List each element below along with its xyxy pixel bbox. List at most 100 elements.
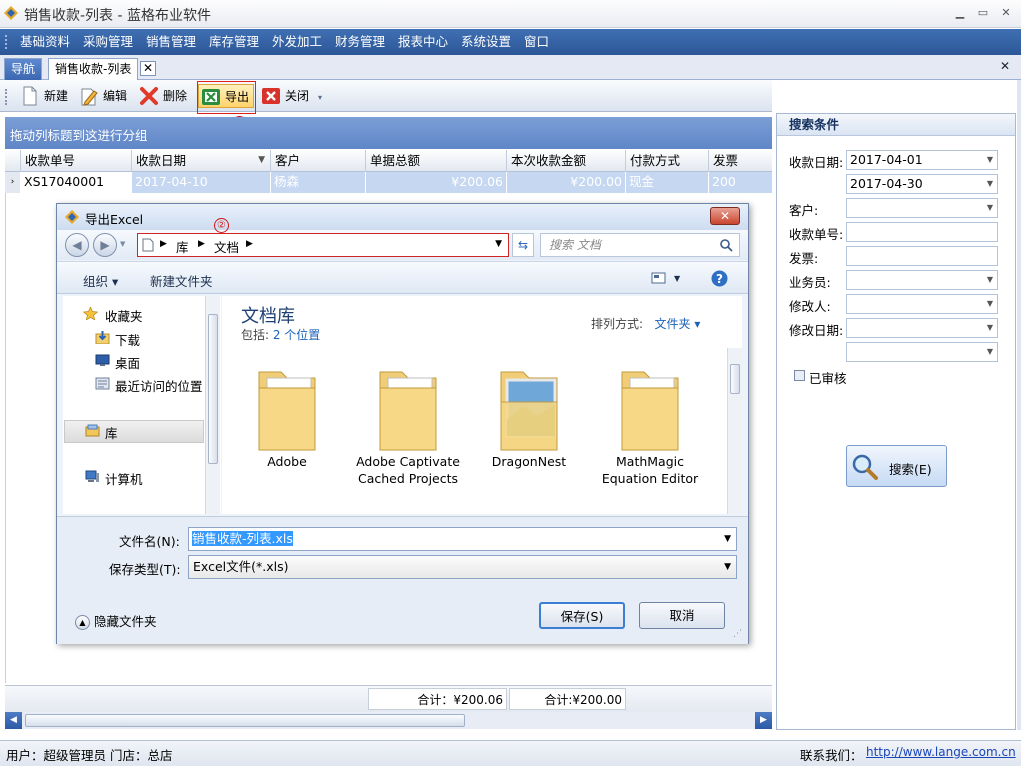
- menu-finance[interactable]: 财务管理: [335, 29, 385, 55]
- modifier-select[interactable]: ▼: [846, 294, 998, 314]
- tree-item-library[interactable]: 库: [85, 423, 118, 442]
- dialog-search-input[interactable]: 搜索 文档: [540, 233, 740, 257]
- filetype-select[interactable]: Excel文件(*.xls) ▼: [188, 555, 737, 579]
- table-row[interactable]: › XS17040001 2017-04-10 13:52:21 杨森 ¥200…: [5, 172, 772, 209]
- tree-item-recent[interactable]: 最近访问的位置: [95, 376, 203, 395]
- cell-receipt-date[interactable]: 2017-04-10 13:52:21: [132, 172, 271, 209]
- toolbar-overflow-icon[interactable]: ▾: [318, 93, 322, 102]
- col-receipt-no[interactable]: 收款单号: [21, 150, 132, 172]
- new-folder-button[interactable]: 新建文件夹: [150, 271, 213, 290]
- search-panel: 搜索条件 收款日期: 2017-04-01 ▼ 2017-04-30 ▼ 客户: ▼…: [776, 113, 1016, 730]
- menu-basic-data[interactable]: 基础资料: [20, 29, 70, 55]
- address-bar[interactable]: ▶ 库 ▶ 文档 ▶ ▼: [137, 233, 509, 257]
- menu-reports[interactable]: 报表中心: [398, 29, 448, 55]
- website-link[interactable]: http://www.lange.com.cn: [866, 745, 1016, 759]
- horizontal-scrollbar[interactable]: ◀ ▶: [5, 712, 772, 729]
- menu-inventory[interactable]: 库存管理: [209, 29, 259, 55]
- path-documents[interactable]: 文档: [214, 237, 239, 256]
- invoice-input[interactable]: [846, 246, 998, 266]
- library-locations-link[interactable]: 2 个位置: [273, 328, 320, 342]
- hide-folders-toggle[interactable]: ▲ 隐藏文件夹: [75, 611, 157, 630]
- folder-image-icon: [500, 371, 558, 451]
- customer-select[interactable]: ▼: [846, 198, 998, 218]
- menu-window[interactable]: 窗口: [524, 29, 549, 55]
- dialog-close-button[interactable]: ✕: [710, 207, 740, 225]
- resize-grip-icon[interactable]: ⋰: [733, 629, 742, 639]
- date-to-picker[interactable]: 2017-04-30 ▼: [846, 174, 998, 194]
- delete-button[interactable]: 删除: [137, 84, 191, 108]
- search-button[interactable]: 搜索(E): [846, 445, 947, 487]
- dialog-navigation-bar: ◀ ▶ ▼ ▶ 库 ▶ 文档 ▶ ▼ ⇆ 搜索 文档: [57, 230, 748, 260]
- close-tab-icon[interactable]: ✕: [140, 61, 156, 76]
- new-label: 新建: [44, 89, 69, 103]
- folder-item[interactable]: Adobe: [232, 358, 342, 470]
- group-by-panel[interactable]: 拖动列标题到这进行分组: [5, 117, 772, 149]
- tree-item-favorites[interactable]: 收藏夹: [83, 306, 143, 325]
- dialog-search-placeholder: 搜索 文档: [549, 238, 601, 252]
- save-button[interactable]: 保存(S): [539, 602, 625, 629]
- edit-button[interactable]: 编辑: [77, 84, 131, 108]
- forward-icon[interactable]: ▶: [93, 233, 117, 257]
- close-button[interactable]: 关闭: [259, 84, 313, 108]
- audited-checkbox[interactable]: [794, 370, 805, 381]
- organize-menu[interactable]: 组织 ▾: [83, 271, 118, 290]
- modified-date-to[interactable]: ▼: [846, 342, 998, 362]
- tree-item-desktop[interactable]: 桌面: [95, 353, 140, 372]
- filename-dropdown-icon[interactable]: ▼: [724, 528, 731, 550]
- col-payment-method[interactable]: 付款方式: [626, 150, 709, 172]
- col-invoice[interactable]: 发票: [709, 150, 772, 172]
- content-scroll-thumb[interactable]: [730, 364, 740, 394]
- tab-sales-receipt-list[interactable]: 销售收款-列表: [48, 58, 139, 80]
- scroll-left-icon[interactable]: ◀: [5, 712, 22, 729]
- help-icon[interactable]: ?: [711, 270, 728, 287]
- chevron-down-icon: ▼: [986, 203, 993, 212]
- arrange-by-dropdown[interactable]: 文件夹 ▾: [655, 317, 701, 331]
- cancel-button[interactable]: 取消: [639, 602, 725, 629]
- cell-customer[interactable]: 杨森: [271, 172, 366, 193]
- close-document-icon[interactable]: ✕: [998, 59, 1012, 73]
- minimize-button[interactable]: ▁: [950, 4, 970, 22]
- cell-receipt-no[interactable]: XS17040001: [21, 172, 132, 193]
- tree-item-computer[interactable]: 计算机: [85, 469, 143, 488]
- history-dropdown-icon[interactable]: ▼: [120, 240, 125, 248]
- cell-total-amount[interactable]: ¥200.06: [366, 172, 507, 193]
- menu-sales[interactable]: 销售管理: [146, 29, 196, 55]
- col-receipt-amount[interactable]: 本次收款金额: [507, 150, 626, 172]
- cell-payment-method[interactable]: 现金: [626, 172, 709, 193]
- view-options-icon[interactable]: [651, 272, 666, 284]
- modified-date-from[interactable]: ▼: [846, 318, 998, 338]
- folder-item[interactable]: DragonNest: [474, 358, 584, 470]
- close-window-button[interactable]: ✕: [996, 4, 1016, 22]
- menu-settings[interactable]: 系统设置: [461, 29, 511, 55]
- view-dropdown-icon[interactable]: ▼: [674, 274, 680, 283]
- col-total-amount[interactable]: 单据总额: [366, 150, 507, 172]
- folder-item[interactable]: Adobe Captivate Cached Projects: [353, 358, 463, 487]
- menu-purchase[interactable]: 采购管理: [83, 29, 133, 55]
- back-icon[interactable]: ◀: [65, 233, 89, 257]
- new-button[interactable]: 新建: [18, 84, 72, 108]
- menu-outsourcing[interactable]: 外发加工: [272, 29, 322, 55]
- path-library[interactable]: 库: [176, 237, 189, 256]
- folder-item[interactable]: MathMagic Equation Editor: [595, 358, 705, 487]
- refresh-icon[interactable]: ⇆: [512, 233, 534, 257]
- address-dropdown-icon[interactable]: ▼: [495, 239, 502, 249]
- cell-receipt-amount[interactable]: ¥200.00: [507, 172, 626, 193]
- tree-item-downloads[interactable]: 下载: [95, 330, 140, 349]
- scroll-thumb[interactable]: [25, 714, 465, 727]
- col-customer[interactable]: 客户: [271, 150, 366, 172]
- filename-input[interactable]: 销售收款-列表.xls ▼: [188, 527, 737, 551]
- tree-scrollbar[interactable]: [205, 296, 220, 514]
- dialog-command-bar: 组织 ▾ 新建文件夹 ▼ ?: [57, 261, 748, 294]
- content-scrollbar[interactable]: [727, 348, 742, 514]
- cell-invoice[interactable]: 200: [709, 172, 772, 193]
- tab-navigation[interactable]: 导航: [4, 58, 43, 80]
- salesperson-select[interactable]: ▼: [846, 270, 998, 290]
- scroll-right-icon[interactable]: ▶: [755, 712, 772, 729]
- receipt-no-input[interactable]: [846, 222, 998, 242]
- tree-scroll-thumb[interactable]: [208, 314, 218, 464]
- col-receipt-date[interactable]: 收款日期 ▼: [132, 150, 271, 172]
- maximize-button[interactable]: ▭: [973, 4, 993, 22]
- menu-grip: [5, 35, 8, 49]
- grid-header: 收款单号 收款日期 ▼ 客户 单据总额 本次收款金额 付款方式 发票: [5, 150, 772, 172]
- date-from-picker[interactable]: 2017-04-01 ▼: [846, 150, 998, 170]
